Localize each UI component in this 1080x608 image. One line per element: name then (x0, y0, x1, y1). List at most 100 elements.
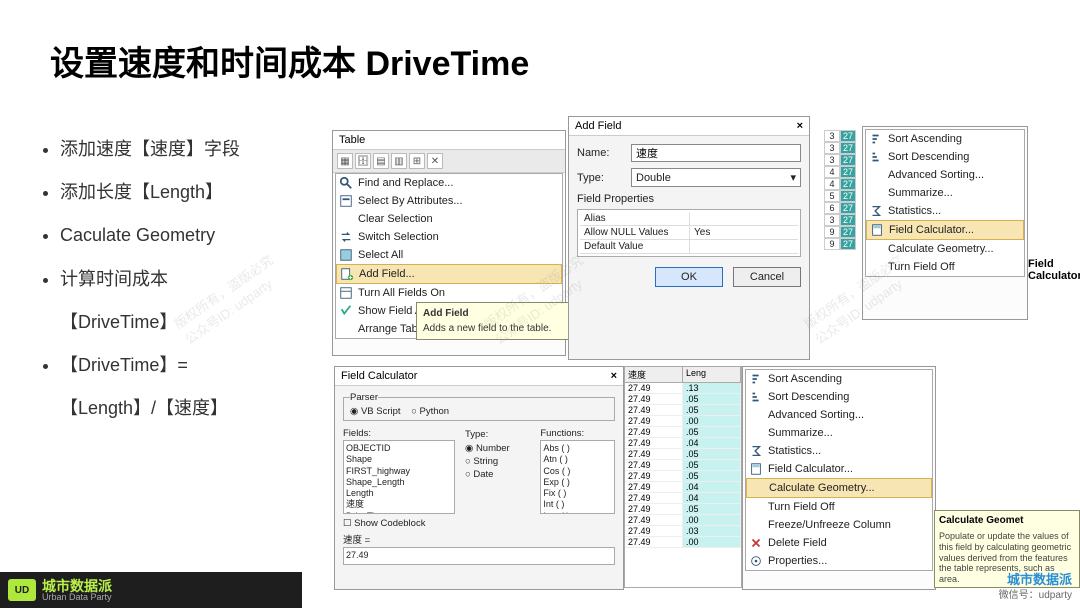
calc-titlebar: Field Calculator × (335, 367, 623, 386)
menu-item-label: Find and Replace... (358, 177, 453, 189)
menu-item-properties[interactable]: Properties... (746, 552, 932, 570)
ok-button[interactable]: OK (655, 267, 723, 287)
menu-item-delete-field[interactable]: Delete Field (746, 534, 932, 552)
col-header[interactable]: Leng (683, 367, 741, 382)
menu-item-label: Select By Attributes... (358, 195, 463, 207)
type-date-radio[interactable]: ○ Date (465, 468, 530, 481)
func-item[interactable]: Cos ( ) (543, 466, 612, 477)
func-item[interactable]: Atn ( ) (543, 454, 612, 465)
func-item[interactable]: Int ( ) (543, 499, 612, 510)
field-item[interactable]: OBJECTID (346, 443, 452, 454)
cell: 27.49 (625, 482, 683, 492)
del-icon (749, 536, 763, 550)
type-number-radio[interactable]: ◉ Number (465, 442, 530, 455)
fields-listbox[interactable]: OBJECTIDShapeFIRST_highwayShape_LengthLe… (343, 440, 455, 514)
cell: 27.49 (625, 537, 683, 547)
calc-icon (749, 462, 763, 476)
toolbar-btn[interactable]: ▥ (391, 153, 407, 169)
expression-label: 速度 = (343, 532, 615, 546)
table-titlebar: Table (333, 131, 565, 150)
bullet-item: Caculate Geometry (60, 214, 240, 257)
menu-item-statistics[interactable]: Statistics... (746, 442, 932, 460)
prop-icon (749, 554, 763, 568)
menu-item-label: Properties... (768, 555, 827, 567)
cell: .05 (683, 504, 741, 514)
field-item[interactable]: FIRST_highway (346, 466, 452, 477)
toolbar-btn[interactable]: ▦ (337, 153, 353, 169)
menu-item-label: Statistics... (768, 445, 821, 457)
menu-item-label: Add Field... (359, 268, 415, 280)
cell: .05 (683, 405, 741, 415)
field-item[interactable]: Length (346, 488, 452, 499)
func-item[interactable]: Fix ( ) (543, 488, 612, 499)
desc-icon (749, 390, 763, 404)
menu-item-label: Calculate Geometry... (888, 243, 994, 255)
type-string-radio[interactable]: ○ String (465, 455, 530, 468)
prop-value[interactable] (690, 240, 698, 253)
func-item[interactable]: Exp ( ) (543, 477, 612, 488)
toolbar-btn[interactable]: 🗄 (355, 153, 371, 169)
menu-item-freeze-unfreeze-column[interactable]: Freeze/Unfreeze Column (746, 516, 932, 534)
close-icon[interactable]: × (797, 120, 803, 132)
name-input[interactable] (631, 144, 801, 162)
field-item[interactable]: Shape (346, 454, 452, 465)
menu-item-summarize[interactable]: Summarize... (746, 424, 932, 442)
menu-item-field-calculator[interactable]: Field Calculator... (746, 460, 932, 478)
field-item[interactable]: 速度 (346, 499, 452, 510)
calc-icon (870, 223, 884, 237)
menu-item-sort-ascending[interactable]: Sort Ascending (746, 370, 932, 388)
menu-item-find-and-replace[interactable]: Find and Replace... (336, 174, 562, 192)
menu-item-clear-selection[interactable]: Clear Selection (336, 210, 562, 228)
menu-item-switch-selection[interactable]: Switch Selection (336, 228, 562, 246)
cancel-button[interactable]: Cancel (733, 267, 801, 287)
cell: 27.49 (625, 471, 683, 481)
menu-item-label: Turn Field Off (768, 501, 835, 513)
prop-value[interactable] (690, 212, 698, 225)
menu-item-select-all[interactable]: Select All (336, 246, 562, 264)
cell: .05 (683, 427, 741, 437)
menu-item-calculate-geometry[interactable]: Calculate Geometry... (746, 478, 932, 498)
cell: 27 (840, 154, 856, 166)
cell: .05 (683, 394, 741, 404)
toolbar-btn[interactable]: ▤ (373, 153, 389, 169)
menu-item-advanced-sorting[interactable]: Advanced Sorting... (746, 406, 932, 424)
cell: 3 (824, 130, 840, 142)
bullet-list: 添加速度【速度】字段添加长度【Length】Caculate Geometry计… (46, 128, 240, 430)
parser-vb-radio[interactable]: ◉ VB Script (350, 406, 401, 417)
menu-item-sort-descending[interactable]: Sort Descending (866, 148, 1024, 166)
toolbar-btn[interactable]: ⊞ (409, 153, 425, 169)
menu-item-add-field[interactable]: Add Field... (336, 264, 562, 284)
expression-input[interactable]: 27.49 (343, 547, 615, 565)
table-toolbar: ▦ 🗄 ▤ ▥ ⊞ ✕ (333, 150, 565, 173)
menu-item-sort-descending[interactable]: Sort Descending (746, 388, 932, 406)
context-menu-field-bottom: Sort AscendingSort DescendingAdvanced So… (742, 366, 936, 590)
prop-value[interactable]: Yes (690, 226, 714, 239)
field-properties-label: Field Properties (577, 193, 801, 205)
bullet-item: 添加长度【Length】 (60, 171, 240, 214)
field-item[interactable]: DriveTime (346, 511, 452, 515)
menu-item-advanced-sorting[interactable]: Advanced Sorting... (866, 166, 1024, 184)
menu-item-summarize[interactable]: Summarize... (866, 184, 1024, 202)
cell: 27 (840, 130, 856, 142)
menu-item-sort-ascending[interactable]: Sort Ascending (866, 130, 1024, 148)
func-item[interactable]: Abs ( ) (543, 443, 612, 454)
func-item[interactable]: Log ( ) (543, 511, 612, 515)
menu-item-statistics[interactable]: Statistics... (866, 202, 1024, 220)
show-codeblock-checkbox[interactable]: ☐ Show Codeblock (343, 518, 425, 529)
select-icon (339, 194, 353, 208)
type-select[interactable]: Double ▾ (631, 168, 801, 187)
col-header[interactable]: 速度 (625, 367, 683, 382)
close-icon[interactable]: × (611, 370, 617, 382)
menu-item-turn-field-off[interactable]: Turn Field Off (746, 498, 932, 516)
field-item[interactable]: Shape_Length (346, 477, 452, 488)
bullet-item: 添加速度【速度】字段 (60, 128, 240, 171)
cell: 27.49 (625, 405, 683, 415)
menu-item-select-by-attributes[interactable]: Select By Attributes... (336, 192, 562, 210)
menu-item-field-calculator[interactable]: Field Calculator... (866, 220, 1024, 240)
parser-py-radio[interactable]: ○ Python (411, 406, 449, 417)
cell: .05 (683, 449, 741, 459)
show-icon (339, 304, 353, 318)
cell: 9 (824, 226, 840, 238)
toolbar-btn[interactable]: ✕ (427, 153, 443, 169)
functions-listbox[interactable]: Abs ( )Atn ( )Cos ( )Exp ( )Fix ( )Int (… (540, 440, 615, 514)
